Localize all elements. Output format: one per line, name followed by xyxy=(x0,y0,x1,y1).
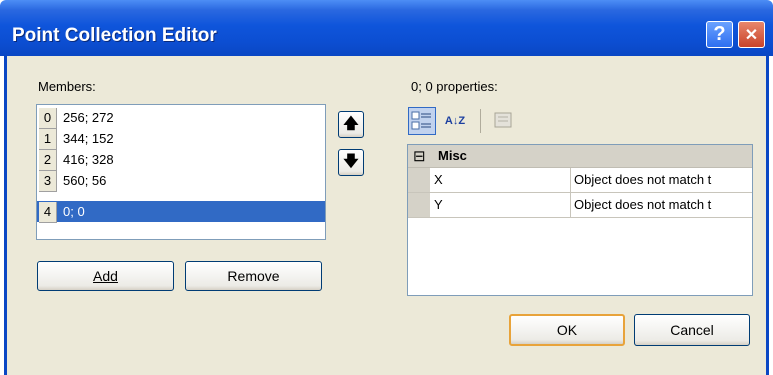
list-item-value: 256; 272 xyxy=(63,110,114,125)
list-item-value: 416; 328 xyxy=(63,152,114,167)
alphabetical-button[interactable]: A↓Z xyxy=(440,107,470,135)
arrow-up-icon: 🡅 xyxy=(343,115,359,132)
list-item-index: 4 xyxy=(39,202,57,223)
property-pages-icon xyxy=(494,112,512,128)
move-down-button[interactable]: 🡇 xyxy=(338,149,364,176)
window-title: Point Collection Editor xyxy=(12,25,217,46)
list-item-value: 560; 56 xyxy=(63,173,107,188)
close-button[interactable]: ✕ xyxy=(738,21,765,48)
list-item[interactable]: 0 256; 272 xyxy=(37,107,325,129)
alphabetical-icon: A↓Z xyxy=(444,115,466,127)
cancel-button-label: Cancel xyxy=(670,322,714,338)
list-item-index: 3 xyxy=(39,171,57,192)
close-icon: ✕ xyxy=(744,27,759,44)
row-gutter xyxy=(408,168,430,192)
help-icon: ? xyxy=(713,23,726,45)
property-row-x[interactable]: X Object does not match t xyxy=(408,168,752,193)
categorized-button[interactable] xyxy=(408,107,436,135)
list-item[interactable]: 3 560; 56 xyxy=(37,170,325,192)
arrow-down-icon: 🡇 xyxy=(343,153,359,170)
list-item-value: 0; 0 xyxy=(63,204,85,219)
members-label: Members: xyxy=(38,79,96,94)
list-item-index: 2 xyxy=(39,150,57,171)
remove-button-label: Remove xyxy=(227,268,280,284)
ok-button-label: OK xyxy=(556,322,578,338)
row-gutter xyxy=(408,193,430,217)
property-name: Y xyxy=(434,197,443,212)
cancel-button[interactable]: Cancel xyxy=(634,314,750,346)
toolbar-separator xyxy=(480,109,481,133)
property-row-y[interactable]: Y Object does not match t xyxy=(408,193,752,218)
list-item-value: 344; 152 xyxy=(63,131,114,146)
collapse-icon[interactable]: ⊟ xyxy=(413,147,426,165)
list-item-index: 0 xyxy=(39,108,57,129)
category-name: Misc xyxy=(438,148,467,163)
ok-button[interactable]: OK xyxy=(509,314,625,346)
help-button[interactable]: ? xyxy=(706,21,733,48)
category-row-misc[interactable]: ⊟ Misc xyxy=(408,145,752,168)
property-grid[interactable]: ⊟ Misc X Object does not match t Y Objec… xyxy=(407,144,753,296)
property-value[interactable]: Object does not match t xyxy=(574,193,752,217)
move-up-button[interactable]: 🡅 xyxy=(338,111,364,138)
column-divider[interactable] xyxy=(570,168,571,192)
add-button-label: Add xyxy=(93,268,118,284)
add-button[interactable]: Add xyxy=(37,261,174,291)
column-divider[interactable] xyxy=(570,193,571,217)
properties-label: 0; 0 properties: xyxy=(411,79,498,94)
property-value[interactable]: Object does not match t xyxy=(574,168,752,192)
property-pages-button[interactable] xyxy=(490,107,518,135)
categorized-icon xyxy=(411,111,431,130)
list-item-selected[interactable]: 4 0; 0 xyxy=(37,201,325,223)
point-collection-editor-window: Point Collection Editor ? ✕ Members: 0 2… xyxy=(0,0,773,375)
members-list[interactable]: 0 256; 272 1 344; 152 2 416; 328 3 560; … xyxy=(36,104,326,240)
list-item[interactable]: 1 344; 152 xyxy=(37,128,325,150)
remove-button[interactable]: Remove xyxy=(185,261,322,291)
title-bar[interactable]: Point Collection Editor ? ✕ xyxy=(0,0,773,56)
list-item-index: 1 xyxy=(39,129,57,150)
list-item[interactable]: 2 416; 328 xyxy=(37,149,325,171)
property-name: X xyxy=(434,172,443,187)
